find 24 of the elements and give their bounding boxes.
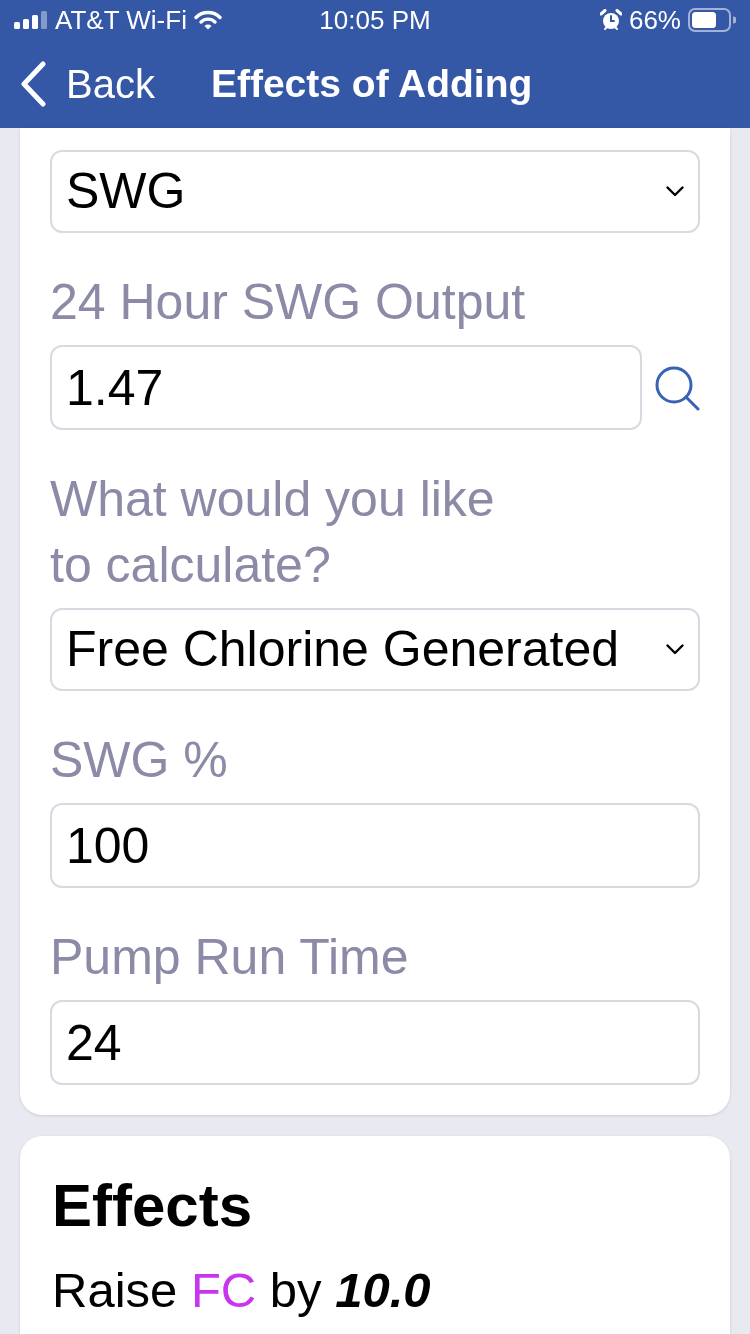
- effects-heading: Effects: [52, 1171, 254, 1241]
- battery-percent: 66%: [628, 3, 681, 37]
- dropdown[interactable]: Free Chlorine Generated: [50, 608, 700, 691]
- field-label: Pump Run Time: [50, 928, 410, 987]
- input-field[interactable]: 24: [50, 1000, 700, 1085]
- wifi-icon: [193, 10, 222, 30]
- battery-icon: [688, 8, 736, 32]
- effect-text: Raise FC by 10.0: [52, 1262, 432, 1319]
- signal-icon: [14, 11, 48, 29]
- dropdown[interactable]: SWG: [50, 150, 700, 233]
- search-icon[interactable]: [654, 364, 700, 411]
- field-label: SWG %: [50, 731, 229, 790]
- clock-text: 10:05 PM: [319, 3, 431, 37]
- page-title: Effects of Adding: [210, 60, 533, 107]
- alarm-clock-icon: [599, 9, 622, 31]
- back-button[interactable]: Back: [20, 54, 155, 114]
- input-field[interactable]: 1.47: [50, 345, 642, 430]
- chevron-down-icon: [666, 186, 684, 197]
- input-field[interactable]: 100: [50, 803, 700, 888]
- chevron-down-icon: [666, 644, 684, 655]
- carrier-text: AT&T Wi-Fi: [55, 3, 187, 37]
- back-chevron-icon: [20, 61, 46, 107]
- field-label: 24 Hour SWG Output: [50, 273, 527, 332]
- field-label: What would you like to calculate?: [50, 470, 496, 595]
